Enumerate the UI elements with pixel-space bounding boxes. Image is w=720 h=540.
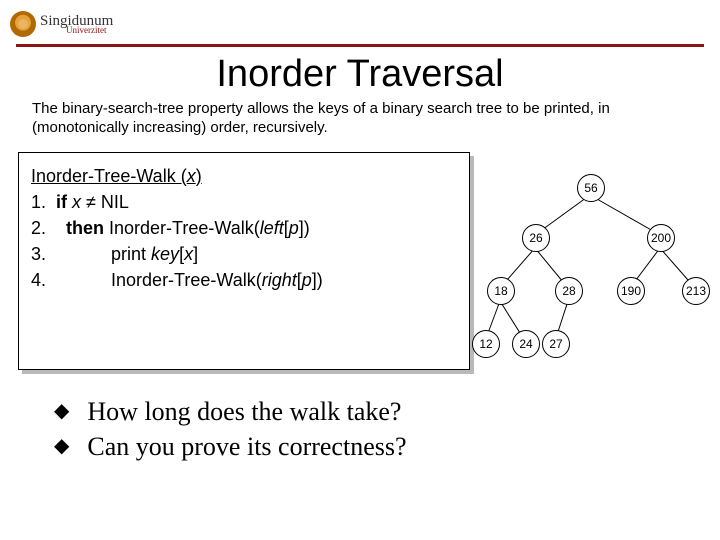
tree-node-190: 190: [617, 277, 645, 305]
intro-text: The binary-search-tree property allows t…: [0, 100, 720, 146]
algo-line-3: 3. print key[x]: [31, 241, 457, 267]
tree-node-200: 200: [647, 224, 675, 252]
algo-header: Inorder-Tree-Walk (x): [31, 163, 457, 189]
question-text: How long does the walk take?: [87, 394, 401, 429]
content-area: Inorder-Tree-Walk (x) 1. if x ≠ NIL 2. t…: [0, 146, 720, 370]
horizontal-rule-wrap: [0, 44, 720, 47]
tree-node-24: 24: [512, 330, 540, 358]
algo-line-4: 4. Inorder-Tree-Walk(right[p]): [31, 267, 457, 293]
logo-text: Singidunum Univerzitet: [40, 14, 113, 35]
algorithm-box: Inorder-Tree-Walk (x) 1. if x ≠ NIL 2. t…: [18, 152, 470, 370]
questions-list: ◆ How long does the walk take? ◆ Can you…: [54, 394, 720, 464]
slide-header: Singidunum Univerzitet: [0, 0, 720, 42]
algo-line-2: 2. then Inorder-Tree-Walk(left[p]): [31, 215, 457, 241]
question-2: ◆ Can you prove its correctness?: [54, 429, 720, 464]
bullet-icon: ◆: [54, 433, 69, 460]
logo-emblem-icon: [10, 11, 36, 37]
tree-node-56: 56: [577, 174, 605, 202]
horizontal-rule: [16, 44, 704, 47]
tree-node-28: 28: [555, 277, 583, 305]
algo-line-1: 1. if x ≠ NIL: [31, 189, 457, 215]
slide-title: Inorder Traversal: [0, 53, 720, 96]
tree-node-27: 27: [542, 330, 570, 358]
logo-tagline: Univerzitet: [66, 26, 113, 35]
question-text: Can you prove its correctness?: [87, 429, 406, 464]
bst-diagram: 56 26 200 18 28 190 213 12 24 27: [480, 172, 720, 402]
bullet-icon: ◆: [54, 398, 69, 425]
tree-node-18: 18: [487, 277, 515, 305]
logo: Singidunum Univerzitet: [10, 11, 113, 37]
tree-node-12: 12: [472, 330, 500, 358]
tree-node-26: 26: [522, 224, 550, 252]
tree-node-213: 213: [682, 277, 710, 305]
